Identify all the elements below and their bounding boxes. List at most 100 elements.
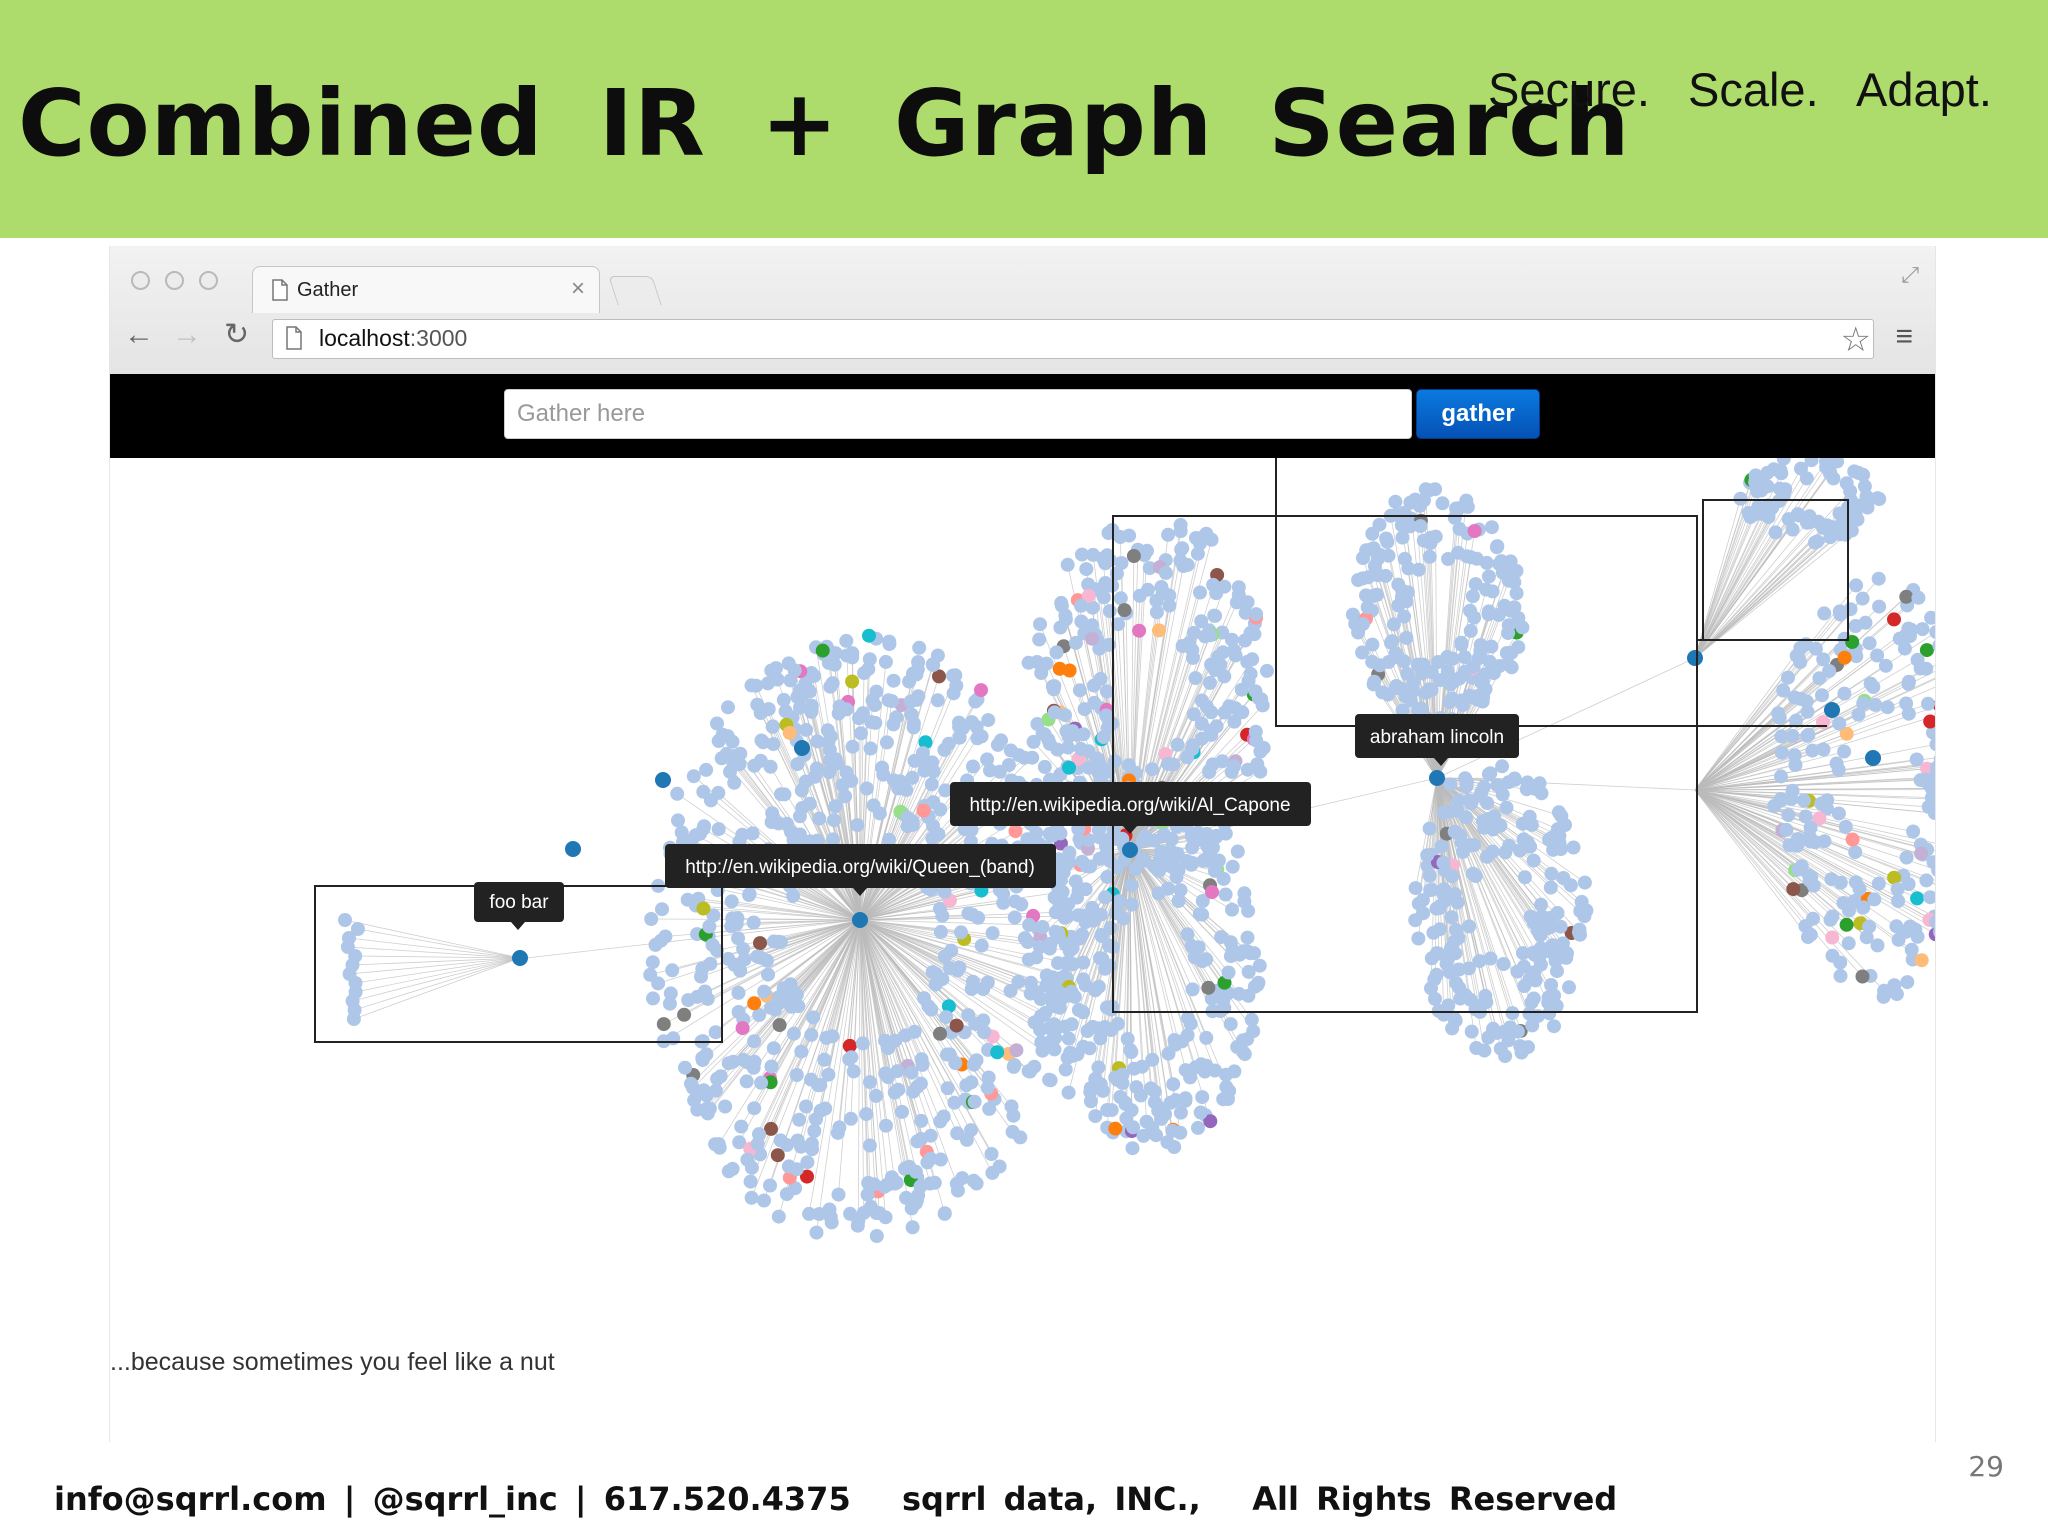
graph-node[interactable] [887,1085,902,1100]
graph-hub-node[interactable] [1824,702,1840,718]
graph-hub-node[interactable] [565,841,581,857]
graph-node[interactable] [1003,743,1018,758]
graph-node[interactable] [1872,599,1887,614]
graph-node[interactable] [832,1120,847,1135]
graph-node[interactable] [1464,1024,1479,1039]
graph-node[interactable] [1109,906,1124,921]
graph-node[interactable] [1424,981,1438,996]
graph-node[interactable] [766,737,781,752]
graph-node[interactable] [1817,606,1832,621]
graph-node[interactable] [846,1064,861,1079]
graph-node[interactable] [862,1138,877,1153]
graph-node[interactable] [838,789,853,804]
graph-node[interactable] [1810,534,1825,549]
graph-node-colored[interactable] [782,725,797,740]
graph-node[interactable] [819,1030,834,1045]
graph-node[interactable] [1070,1047,1085,1062]
graph-node[interactable] [711,734,726,748]
graph-node[interactable] [1762,501,1777,516]
graph-node[interactable] [826,813,841,828]
graph-node[interactable] [1510,1024,1525,1039]
graph-node[interactable] [1176,559,1191,573]
graph-node-colored[interactable] [747,996,762,1011]
graph-node[interactable] [1855,591,1870,606]
graph-node[interactable] [809,1225,824,1240]
graph-node[interactable] [1240,654,1255,669]
graph-node[interactable] [1823,530,1838,545]
graph-node[interactable] [1173,524,1188,539]
graph-node[interactable] [967,1094,982,1109]
graph-node[interactable] [1096,1083,1110,1098]
graph-node[interactable] [1420,848,1435,863]
graph-node[interactable] [1465,589,1480,604]
graph-node[interactable] [923,1128,938,1143]
graph-node[interactable] [1185,840,1200,855]
graph-node[interactable] [1071,883,1086,898]
graph-node[interactable] [1064,1017,1079,1032]
graph-node[interactable] [1422,821,1437,836]
graph-node[interactable] [1493,1041,1508,1056]
graph-node[interactable] [1785,728,1800,743]
graph-node[interactable] [1053,985,1067,1000]
graph-node[interactable] [1833,968,1848,983]
graph-node[interactable] [1866,680,1881,694]
gather-button[interactable]: gather [1416,389,1540,439]
graph-node-colored[interactable] [974,683,988,698]
graph-node[interactable] [1526,945,1541,960]
graph-node[interactable] [964,715,979,730]
graph-node[interactable] [1185,742,1200,757]
graph-node[interactable] [702,1101,717,1116]
graph-node[interactable] [1005,1124,1020,1139]
graph-node[interactable] [1850,512,1865,527]
graph-node[interactable] [933,1152,948,1167]
graph-node[interactable] [713,1069,728,1084]
graph-node[interactable] [922,760,937,775]
graph-node[interactable] [1924,610,1935,625]
graph-node[interactable] [1367,674,1382,689]
graph-node[interactable] [786,1026,801,1041]
graph-node[interactable] [1217,579,1232,594]
graph-node[interactable] [1444,910,1459,925]
graph-node[interactable] [1033,617,1047,632]
graph-node[interactable] [779,816,794,831]
graph-node[interactable] [893,774,908,789]
graph-node[interactable] [1072,683,1087,698]
graph-node[interactable] [863,741,878,756]
graph-node[interactable] [1870,491,1885,506]
graph-node[interactable] [731,1005,746,1019]
graph-node-colored[interactable] [753,936,767,951]
graph-node[interactable] [843,1111,858,1126]
graph-node[interactable] [1023,1064,1038,1079]
graph-node[interactable] [1520,775,1535,790]
graph-node[interactable] [753,753,768,768]
graph-node[interactable] [725,734,740,749]
graph-node[interactable] [1085,618,1100,633]
graph-node[interactable] [825,676,840,691]
graph-node[interactable] [1799,694,1814,709]
graph-node[interactable] [807,668,822,683]
graph-node[interactable] [984,1147,999,1161]
graph-node[interactable] [1388,494,1403,509]
graph-node-colored[interactable] [916,803,931,818]
graph-node[interactable] [771,1209,786,1224]
graph-node[interactable] [1436,805,1451,820]
graph-node[interactable] [703,956,718,971]
graph-node[interactable] [708,1083,723,1098]
graph-node[interactable] [1086,678,1101,693]
graph-node[interactable] [1235,1033,1250,1048]
graph-node[interactable] [757,1193,771,1208]
graph-node[interactable] [1490,1025,1505,1040]
graph-node[interactable] [992,764,1007,779]
graph-node[interactable] [1808,835,1822,850]
graph-node[interactable] [1074,742,1088,756]
graph-node[interactable] [1480,796,1495,810]
new-tab-button[interactable] [608,276,662,305]
graph-node[interactable] [1201,854,1216,868]
graph-node[interactable] [850,818,865,833]
graph-node[interactable] [1137,853,1152,868]
graph-node[interactable] [965,907,980,922]
graph-node[interactable] [1490,539,1505,554]
graph-node[interactable] [1050,742,1065,757]
graph-node[interactable] [1232,986,1246,1001]
graph-node[interactable] [905,1220,920,1235]
